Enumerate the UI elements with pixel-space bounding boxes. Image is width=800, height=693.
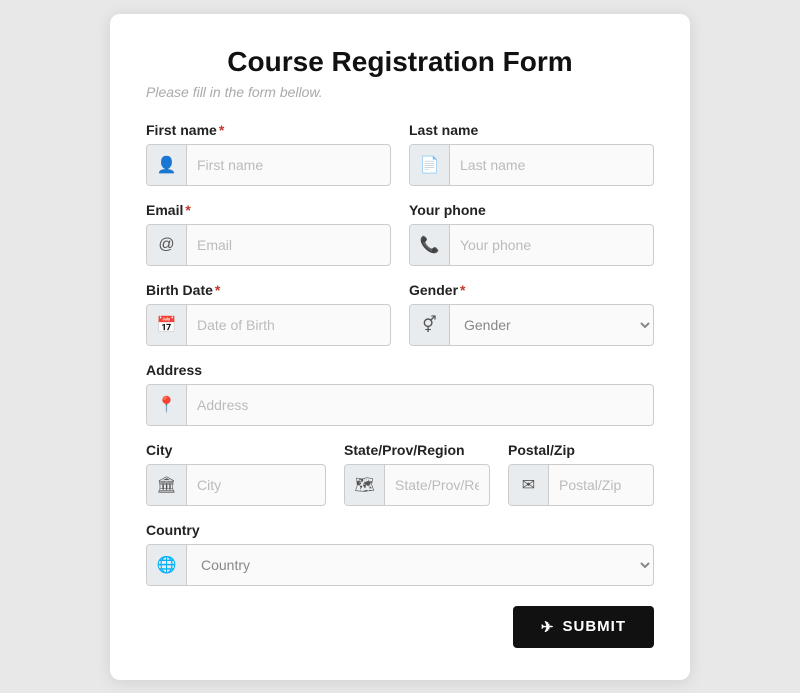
birth-date-input[interactable]: [187, 305, 390, 345]
email-input[interactable]: [187, 225, 390, 265]
address-input[interactable]: [187, 385, 653, 425]
phone-input-wrapper: 📞: [409, 224, 654, 266]
map-icon: 🗺: [345, 465, 385, 505]
country-select[interactable]: Country United States United Kingdom Can…: [187, 545, 653, 585]
phone-group: Your phone 📞: [409, 202, 654, 266]
first-name-label: First name*: [146, 122, 391, 138]
phone-label: Your phone: [409, 202, 654, 218]
globe-icon: 🌐: [147, 545, 187, 585]
gender-select[interactable]: Gender Male Female Other: [450, 305, 653, 345]
country-group: Country 🌐 Country United States United K…: [146, 522, 654, 586]
address-label: Address: [146, 362, 654, 378]
address-group: Address 📍: [146, 362, 654, 426]
email-input-wrapper: @: [146, 224, 391, 266]
calendar-icon: 📅: [147, 305, 187, 345]
city-group: City 🏛: [146, 442, 326, 506]
person-icon: 👤: [147, 145, 187, 185]
first-name-group: First name* 👤: [146, 122, 391, 186]
city-input[interactable]: [187, 465, 325, 505]
location-icon: 📍: [147, 385, 187, 425]
id-icon: 📄: [410, 145, 450, 185]
city-label: City: [146, 442, 326, 458]
registration-form-card: Course Registration Form Please fill in …: [110, 14, 690, 680]
country-select-wrapper: 🌐 Country United States United Kingdom C…: [146, 544, 654, 586]
email-phone-row: Email* @ Your phone 📞: [146, 202, 654, 266]
zip-input-wrapper: ✉: [508, 464, 654, 506]
birth-date-label: Birth Date*: [146, 282, 391, 298]
first-name-input-wrapper: 👤: [146, 144, 391, 186]
phone-input[interactable]: [450, 225, 653, 265]
submit-button[interactable]: ✈ SUBMIT: [513, 606, 654, 648]
gender-group: Gender* ⚥ Gender Male Female Other: [409, 282, 654, 346]
address-row: Address 📍: [146, 362, 654, 426]
birth-gender-row: Birth Date* 📅 Gender* ⚥ Gender Male Fema…: [146, 282, 654, 346]
at-icon: @: [147, 225, 187, 265]
state-group: State/Prov/Region 🗺: [344, 442, 490, 506]
form-title: Course Registration Form: [146, 46, 654, 78]
state-input-wrapper: 🗺: [344, 464, 490, 506]
email-group: Email* @: [146, 202, 391, 266]
building-icon: 🏛: [147, 465, 187, 505]
country-label: Country: [146, 522, 654, 538]
city-state-zip-row: City 🏛 State/Prov/Region 🗺 Postal/Zip ✉: [146, 442, 654, 506]
address-input-wrapper: 📍: [146, 384, 654, 426]
last-name-group: Last name 📄: [409, 122, 654, 186]
zip-group: Postal/Zip ✉: [508, 442, 654, 506]
last-name-input-wrapper: 📄: [409, 144, 654, 186]
send-icon: ✈: [541, 618, 555, 636]
zip-label: Postal/Zip: [508, 442, 654, 458]
first-name-input[interactable]: [187, 145, 390, 185]
last-name-label: Last name: [409, 122, 654, 138]
email-label: Email*: [146, 202, 391, 218]
birth-date-input-wrapper: 📅: [146, 304, 391, 346]
submit-label: SUBMIT: [563, 618, 627, 635]
name-row: First name* 👤 Last name 📄: [146, 122, 654, 186]
gender-label: Gender*: [409, 282, 654, 298]
gender-icon: ⚥: [410, 305, 450, 345]
state-input[interactable]: [385, 465, 489, 505]
birth-date-group: Birth Date* 📅: [146, 282, 391, 346]
envelope-icon: ✉: [509, 465, 549, 505]
phone-icon: 📞: [410, 225, 450, 265]
last-name-input[interactable]: [450, 145, 653, 185]
country-row: Country 🌐 Country United States United K…: [146, 522, 654, 586]
zip-input[interactable]: [549, 465, 653, 505]
state-label: State/Prov/Region: [344, 442, 490, 458]
submit-row: ✈ SUBMIT: [146, 606, 654, 648]
form-subtitle: Please fill in the form bellow.: [146, 84, 654, 100]
city-input-wrapper: 🏛: [146, 464, 326, 506]
gender-select-wrapper: ⚥ Gender Male Female Other: [409, 304, 654, 346]
